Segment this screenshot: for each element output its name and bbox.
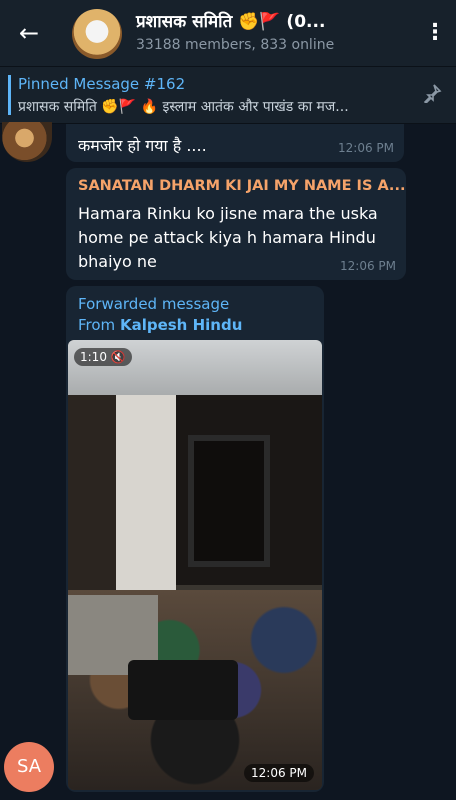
message-text: Hamara Rinku ko jisne mara the uska home… xyxy=(78,204,378,271)
forwarded-author[interactable]: Kalpesh Hindu xyxy=(120,316,242,334)
sender-avatar-initials[interactable]: SA xyxy=(4,742,54,792)
pinned-title: Pinned Message #162 xyxy=(18,75,186,93)
video-thumbnail[interactable]: 1:10 🔇 12:06 PM xyxy=(68,340,322,790)
video-duration-text: 1:10 xyxy=(80,350,107,364)
video-duration: 1:10 🔇 xyxy=(74,348,132,366)
pinned-indicator xyxy=(8,75,11,115)
video-scene xyxy=(188,435,270,567)
sender-name[interactable]: SANATAN DHARM KI JAI MY NAME IS A... xyxy=(78,178,405,194)
message-time: 12:06 PM xyxy=(340,259,396,273)
pinned-preview: प्रशासक समिति ✊🚩 🔥 इस्लाम आतंक और पाखंड … xyxy=(18,99,349,115)
video-scene xyxy=(128,660,238,720)
message-time: 12:06 PM xyxy=(338,141,394,155)
forwarded-video-message[interactable]: Forwarded message From Kalpesh Hindu 1:1… xyxy=(66,286,324,792)
muted-icon[interactable]: 🔇 xyxy=(111,350,126,364)
forwarded-label: Forwarded message xyxy=(78,295,230,313)
message-bubble[interactable]: SANATAN DHARM KI JAI MY NAME IS A... Ham… xyxy=(66,168,406,280)
back-arrow-icon[interactable]: ← xyxy=(14,18,44,48)
message-time: 12:06 PM xyxy=(244,764,314,782)
member-count: 33188 members, 833 online xyxy=(136,37,335,53)
sender-avatar[interactable] xyxy=(2,122,52,162)
message-text: कमजोर हो गया है .... xyxy=(78,136,207,155)
group-avatar[interactable] xyxy=(72,9,122,59)
from-label: From xyxy=(78,316,116,334)
pinned-message-banner[interactable]: Pinned Message #162 प्रशासक समिति ✊🚩 🔥 इ… xyxy=(0,67,456,124)
group-title[interactable]: प्रशासक समिति ✊🚩 (0... xyxy=(136,9,325,32)
chat-header: ← प्रशासक समिति ✊🚩 (0... 33188 members, … xyxy=(0,0,456,67)
more-options-icon[interactable]: ⋮ xyxy=(424,18,446,48)
pin-icon[interactable] xyxy=(420,83,444,107)
message-bubble[interactable]: कमजोर हो गया है .... 12:06 PM xyxy=(66,124,404,162)
forwarded-from[interactable]: From Kalpesh Hindu xyxy=(78,316,242,334)
video-scene xyxy=(116,395,176,605)
